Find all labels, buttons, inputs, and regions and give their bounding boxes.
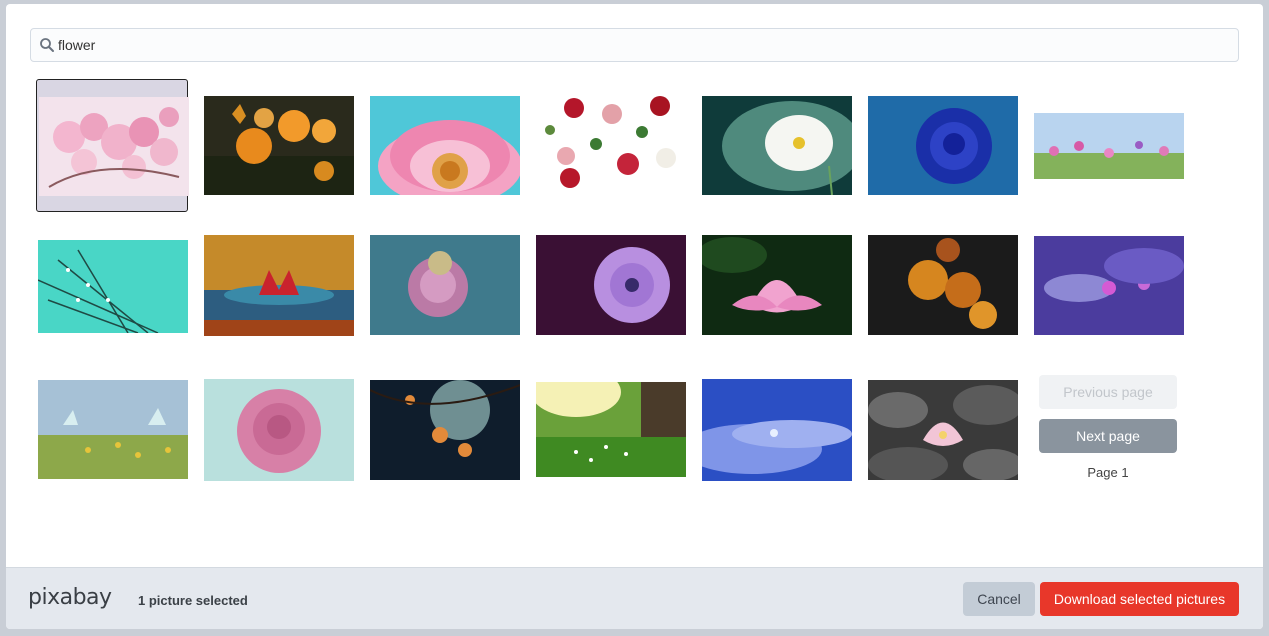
result-thumbnail-pink-lotus[interactable] <box>700 225 852 358</box>
result-thumbnail-meadow-flowers[interactable] <box>1032 79 1184 212</box>
next-page-button[interactable]: Next page <box>1039 419 1177 453</box>
result-thumbnail-blue-rose[interactable] <box>866 79 1018 212</box>
search-icon <box>39 37 55 53</box>
purple-daisy-image <box>536 235 686 335</box>
selection-count: 1 picture selected <box>138 593 248 608</box>
white-daisy-image <box>702 96 852 195</box>
blue-rose-image <box>868 96 1018 195</box>
result-thumbnail-lotus-grayscale[interactable] <box>866 371 1018 504</box>
vintage-roses-image <box>536 96 686 195</box>
pagination: Previous page Next page Page 1 <box>1039 375 1177 480</box>
result-thumbnail-pink-rose[interactable] <box>202 371 354 504</box>
meadow-flowers-image <box>1034 113 1184 179</box>
result-thumbnail-red-water-lily[interactable] <box>202 225 354 358</box>
result-thumbnail-white-daisy[interactable] <box>700 79 852 212</box>
butterflies-meadow-image <box>38 380 188 479</box>
pink-lotus-image <box>702 235 852 335</box>
spring-meadow-image <box>536 382 686 477</box>
cherry-blossom-image <box>39 97 189 196</box>
pastel-rose-image <box>370 235 520 335</box>
red-water-lily-image <box>204 235 354 336</box>
pink-gerbera-image <box>370 96 520 195</box>
result-thumbnail-vintage-roses[interactable] <box>534 79 686 212</box>
result-thumbnail-blue-petals-drop[interactable] <box>700 371 852 504</box>
cancel-button[interactable]: Cancel <box>963 582 1035 616</box>
result-thumbnail-dandelion-dew[interactable] <box>36 225 188 358</box>
page-indicator: Page 1 <box>1087 465 1129 480</box>
pixabay-logo: pixabay <box>28 585 112 610</box>
result-thumbnail-pink-gerbera[interactable] <box>368 79 520 212</box>
blue-petals-drop-image <box>702 379 852 481</box>
search-bar[interactable] <box>30 28 1239 62</box>
result-thumbnail-orange-roses[interactable] <box>866 225 1018 358</box>
butterfly-orange-flowers-image <box>204 96 354 195</box>
download-selected-button[interactable]: Download selected pictures <box>1040 582 1239 616</box>
dialog-footer: pixabay 1 picture selected Cancel Downlo… <box>6 567 1263 629</box>
result-thumbnail-butterfly-orange-flowers[interactable] <box>202 79 354 212</box>
search-input[interactable] <box>58 29 1228 61</box>
dandelion-dew-image <box>38 240 188 333</box>
lotus-grayscale-image <box>868 380 1018 480</box>
blossom-silhouette-image <box>370 380 520 480</box>
result-thumbnail-blossom-silhouette[interactable] <box>368 371 520 504</box>
result-thumbnail-pastel-rose[interactable] <box>368 225 520 358</box>
previous-page-button[interactable]: Previous page <box>1039 375 1177 409</box>
result-thumbnail-spring-meadow[interactable] <box>534 371 686 504</box>
result-thumbnail-purple-daisy[interactable] <box>534 225 686 358</box>
result-thumbnail-butterflies-meadow[interactable] <box>36 371 188 504</box>
result-thumbnail-cherry-blossom[interactable] <box>36 79 189 212</box>
orange-roses-image <box>868 235 1018 335</box>
purple-water-lily-image <box>1034 236 1184 335</box>
result-thumbnail-purple-water-lily[interactable] <box>1032 225 1184 358</box>
pixabay-dialog: Previous page Next page Page 1 pixabay 1… <box>6 4 1263 629</box>
pink-rose-image <box>204 379 354 481</box>
